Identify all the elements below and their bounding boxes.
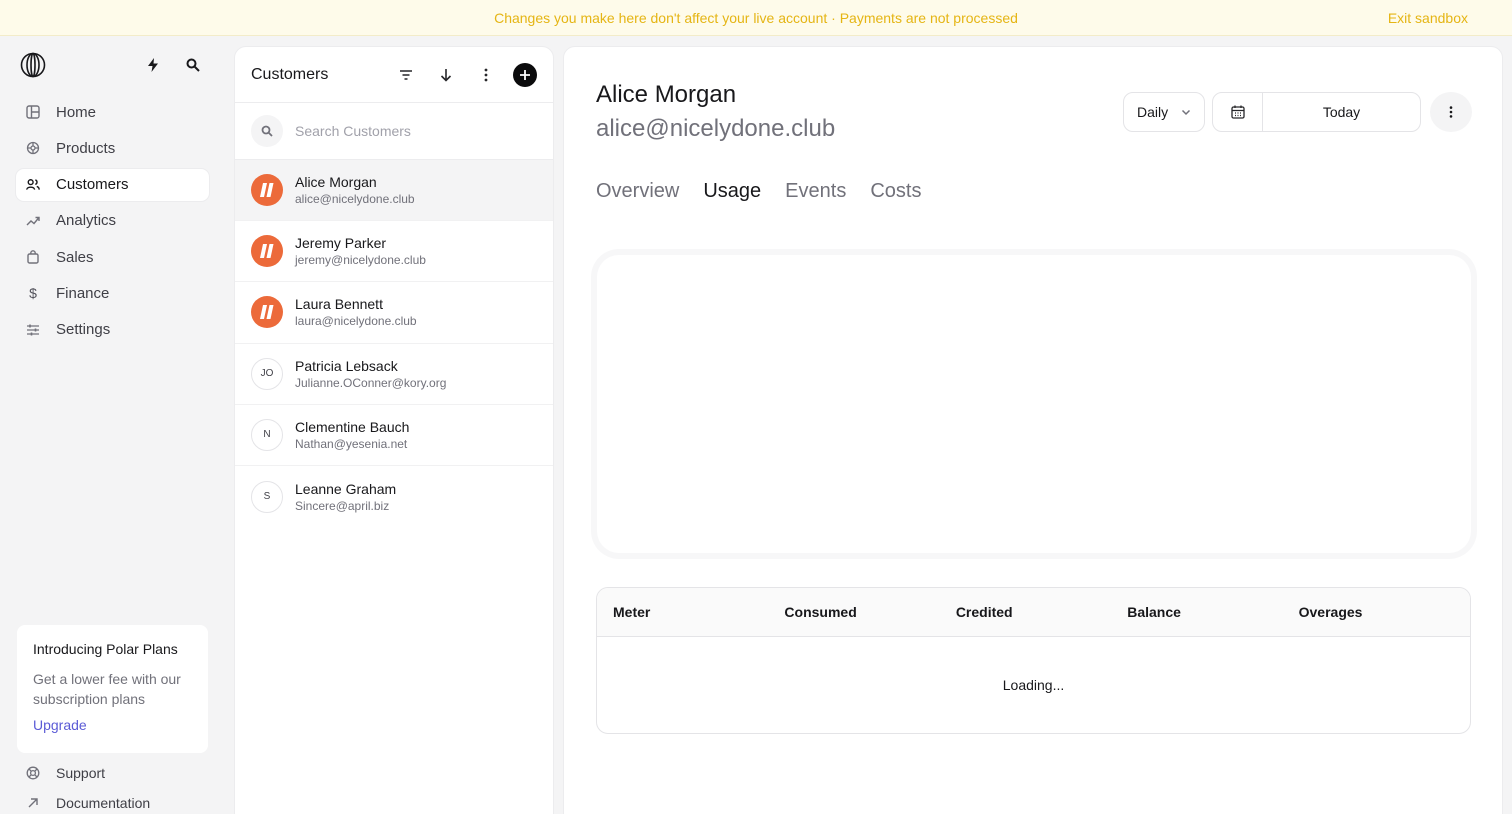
sort-down-icon[interactable] bbox=[434, 63, 458, 87]
more-vertical-icon[interactable] bbox=[474, 63, 498, 87]
customer-name: Jeremy Parker bbox=[295, 235, 387, 252]
search-icon[interactable] bbox=[184, 56, 202, 74]
sidebar-item-label: Documentation bbox=[56, 795, 151, 811]
chevron-down-icon bbox=[1180, 105, 1192, 121]
sidebar-item-label: Settings bbox=[56, 321, 111, 339]
meter-table-header: Meter Consumed Credited Balance Overages bbox=[597, 588, 1470, 637]
exit-sandbox-link[interactable]: Exit sandbox bbox=[1388, 10, 1468, 26]
tab-events[interactable]: Events bbox=[785, 180, 846, 203]
sandbox-banner: Changes you make here don't affect your … bbox=[0, 0, 1512, 36]
meter-table: Meter Consumed Credited Balance Overages… bbox=[596, 587, 1471, 734]
column-header: Meter bbox=[613, 604, 651, 620]
sidebar-item-analytics[interactable]: Analytics bbox=[16, 205, 209, 237]
avatar: N bbox=[251, 418, 283, 451]
products-icon bbox=[26, 141, 40, 155]
customer-email: Sincere@april.biz bbox=[295, 498, 390, 513]
sidebar-item-label: Products bbox=[56, 139, 116, 157]
tab-usage[interactable]: Usage bbox=[703, 180, 761, 203]
sandbox-message: Changes you make here don't affect your … bbox=[494, 9, 1018, 26]
sidebar-item-support[interactable]: Support bbox=[26, 763, 105, 783]
customer-email: alice@nicelydone.club bbox=[295, 192, 415, 207]
add-customer-button[interactable] bbox=[513, 63, 537, 87]
sidebar-nav: Home Products Customers Analytics Sales bbox=[16, 96, 209, 350]
customer-row[interactable]: Jeremy Parker jeremy@nicelydone.club bbox=[235, 221, 553, 283]
column-header: Consumed bbox=[784, 604, 857, 620]
sidebar-item-sales[interactable]: Sales bbox=[16, 241, 209, 273]
customer-name: Patricia Lebsack bbox=[295, 357, 398, 374]
column-header: Balance bbox=[1127, 604, 1181, 620]
sidebar-item-label: Customers bbox=[56, 176, 129, 194]
customers-title: Customers bbox=[251, 65, 329, 83]
customer-detail-email: alice@nicelydone.club bbox=[596, 115, 836, 142]
lightning-icon[interactable] bbox=[144, 56, 162, 74]
sidebar-item-finance[interactable]: $ Finance bbox=[16, 277, 209, 309]
home-icon bbox=[26, 105, 40, 119]
interval-select[interactable]: Daily bbox=[1123, 92, 1205, 132]
customer-name: Leanne Graham bbox=[295, 480, 397, 497]
filter-icon[interactable] bbox=[394, 63, 418, 87]
dollar-icon: $ bbox=[29, 285, 37, 302]
calendar-icon[interactable] bbox=[1213, 93, 1263, 131]
sliders-icon bbox=[26, 323, 40, 337]
arrow-up-right-icon bbox=[26, 796, 40, 810]
customer-email: jeremy@nicelydone.club bbox=[295, 253, 426, 268]
customer-name: Alice Morgan bbox=[295, 174, 377, 191]
customer-email: Julianne.OConner@kory.org bbox=[295, 375, 447, 390]
customer-row[interactable]: JO Patricia Lebsack Julianne.OConner@kor… bbox=[235, 344, 553, 405]
avatar bbox=[251, 296, 283, 329]
tab-costs[interactable]: Costs bbox=[870, 180, 921, 203]
customers-panel: Customers Alice Morgan alice@nicelydone.… bbox=[234, 46, 554, 814]
customer-row[interactable]: N Clementine Bauch Nathan@yesenia.net bbox=[235, 405, 553, 466]
interval-value: Daily bbox=[1137, 104, 1169, 120]
support-icon bbox=[26, 766, 40, 780]
customer-row[interactable]: Alice Morgan alice@nicelydone.club bbox=[235, 160, 553, 222]
customer-email: Nathan@yesenia.net bbox=[295, 436, 408, 451]
sidebar: Home Products Customers Analytics Sales bbox=[0, 36, 226, 814]
customer-detail-panel: Alice Morgan alice@nicelydone.club Daily… bbox=[563, 46, 1503, 814]
avatar bbox=[251, 235, 283, 268]
customers-header: Customers bbox=[235, 47, 553, 103]
sidebar-item-home[interactable]: Home bbox=[16, 96, 209, 128]
sidebar-item-customers[interactable]: Customers bbox=[16, 168, 209, 201]
sidebar-item-settings[interactable]: Settings bbox=[16, 314, 209, 346]
customer-row[interactable]: Laura Bennett laura@nicelydone.club bbox=[235, 282, 553, 344]
promo-title: Introducing Polar Plans bbox=[33, 641, 178, 657]
upgrade-link[interactable]: Upgrade bbox=[33, 717, 192, 733]
avatar bbox=[251, 174, 283, 207]
trend-icon bbox=[26, 214, 40, 228]
search-input[interactable] bbox=[295, 123, 525, 139]
sidebar-item-documentation[interactable]: Documentation bbox=[26, 793, 150, 813]
customer-name: Clementine Bauch bbox=[295, 418, 410, 435]
date-range-label: Today bbox=[1322, 104, 1361, 120]
sidebar-item-label: Support bbox=[56, 765, 106, 781]
date-picker[interactable]: Today bbox=[1212, 92, 1421, 132]
sidebar-item-label: Sales bbox=[56, 248, 94, 266]
meter-table-loading: Loading... bbox=[1002, 677, 1065, 693]
search-icon bbox=[251, 115, 283, 147]
promo-card: Introducing Polar Plans Get a lower fee … bbox=[17, 625, 208, 753]
customer-search bbox=[235, 103, 553, 160]
detail-tabs: Overview Usage Events Costs bbox=[596, 180, 945, 203]
bag-icon bbox=[26, 250, 40, 264]
sidebar-item-label: Home bbox=[56, 103, 97, 121]
promo-description: Get a lower fee with our subscription pl… bbox=[33, 671, 181, 707]
usage-chart-placeholder bbox=[597, 255, 1471, 553]
column-header: Overages bbox=[1298, 604, 1363, 620]
customer-detail-name: Alice Morgan bbox=[596, 81, 737, 108]
avatar: JO bbox=[251, 357, 283, 390]
customer-row[interactable]: S Leanne Graham Sincere@april.biz bbox=[235, 466, 553, 527]
users-icon bbox=[26, 178, 40, 192]
avatar: S bbox=[251, 480, 283, 513]
tab-overview[interactable]: Overview bbox=[596, 180, 679, 203]
more-vertical-icon[interactable] bbox=[1430, 92, 1472, 132]
customer-email: laura@nicelydone.club bbox=[295, 314, 417, 329]
customer-name: Laura Bennett bbox=[295, 296, 383, 313]
sidebar-item-label: Finance bbox=[56, 284, 110, 302]
sidebar-item-label: Analytics bbox=[56, 212, 117, 230]
polar-logo-icon[interactable] bbox=[20, 52, 46, 78]
column-header: Credited bbox=[955, 604, 1013, 620]
sidebar-item-products[interactable]: Products bbox=[16, 132, 209, 164]
